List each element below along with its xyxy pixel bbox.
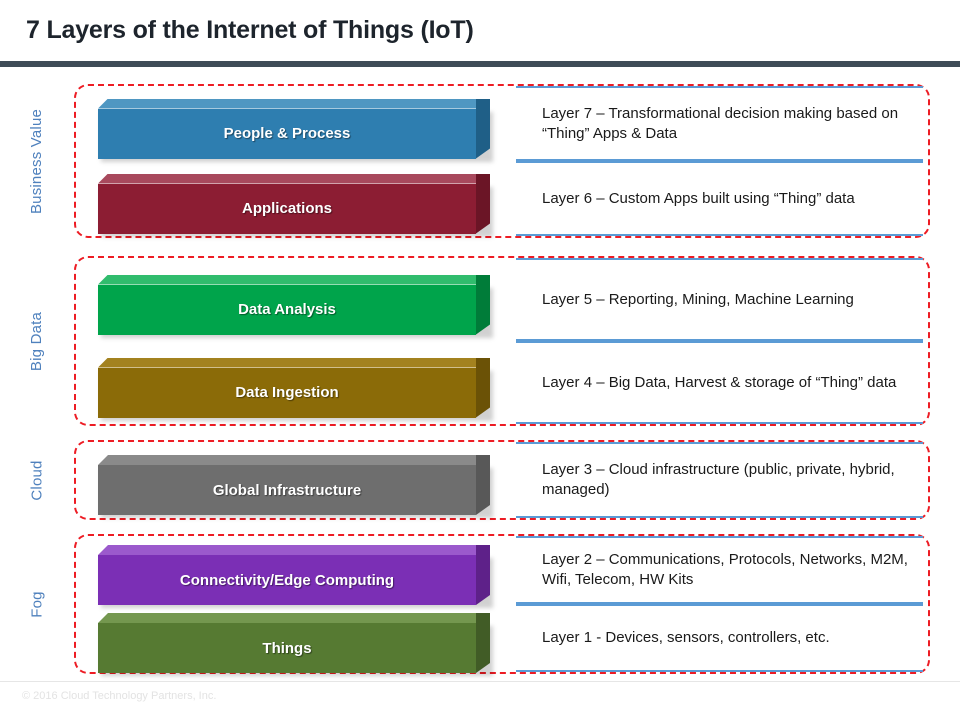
title-divider [0,61,960,67]
layer-block-data-analysis[interactable]: Data Analysis [98,274,493,338]
block-top-face [98,455,490,465]
layer-row: Data Analysis Layer 5 – Reporting, Mining… [76,258,928,341]
layer-block-connectivity-edge-computing[interactable]: Connectivity/Edge Computing [98,545,493,608]
layer-description-text: Layer 6 – Custom Apps built using “Thing… [542,189,855,207]
layer-description-text: Layer 5 – Reporting, Mining, Machine Lea… [542,290,854,308]
layer-block-data-ingestion[interactable]: Data Ingestion [98,357,493,421]
layer-description-panel: Layer 7 – Transformational decision maki… [516,86,923,161]
group-business-value: People & Process Layer 7 – Transformation… [74,84,930,238]
layer-row: Connectivity/Edge Computing Layer 2 – Com… [76,536,928,608]
layer-row: Data Ingestion Layer 4 – Big Data, Harves… [76,341,928,424]
block-top-face [98,358,490,368]
block-side-face [476,357,490,418]
layer-description-text: Layer 7 – Transformational decision maki… [542,104,899,142]
layer-block-things[interactable]: Things [98,613,493,676]
block-label: Connectivity/Edge Computing [98,555,476,605]
layer-description-text: Layer 2 – Communications, Protocols, Net… [542,551,908,588]
group-label-big-data: Big Data [0,256,74,426]
block-label: People & Process [98,108,476,159]
block-side-face [476,173,490,234]
group-label-text: Business Value [28,108,46,214]
layer-block-applications[interactable]: Applications [98,173,493,237]
layer-description-panel: Layer 2 – Communications, Protocols, Net… [516,536,923,604]
block-label: Data Analysis [98,284,476,335]
group-fog: Connectivity/Edge Computing Layer 2 – Com… [74,534,930,676]
copyright-footer: © 2016 Cloud Technology Partners, Inc. [22,690,217,702]
layer-row: Global Infrastructure Layer 3 – Cloud inf… [76,442,928,518]
layer-description-panel: Layer 4 – Big Data, Harvest & storage of… [516,341,923,424]
layer-row: People & Process Layer 7 – Transformation… [76,86,928,162]
block-side-face [476,455,490,515]
block-side-face [476,613,490,673]
group-label-fog: Fog [0,534,74,674]
layer-description-text: Layer 1 - Devices, sensors, controllers,… [542,629,830,647]
layer-row: Applications Layer 6 – Custom Apps built … [76,161,928,237]
layer-description-panel: Layer 5 – Reporting, Mining, Machine Lea… [516,258,923,341]
footer-divider [0,681,960,682]
layer-description-text: Layer 4 – Big Data, Harvest & storage of… [542,373,897,391]
page-title: 7 Layers of the Internet of Things (IoT) [26,16,474,44]
block-label: Data Ingestion [98,367,476,418]
block-side-face [476,98,490,159]
block-side-face [476,274,490,335]
layer-block-people-process[interactable]: People & Process [98,98,493,162]
group-label-text: Big Data [28,311,46,371]
block-top-face [98,545,490,555]
layer-block-global-infrastructure[interactable]: Global Infrastructure [98,455,493,518]
block-top-face [98,275,490,285]
group-label-text: Fog [28,590,46,618]
group-big-data: Data Analysis Layer 5 – Reporting, Mining… [74,256,930,426]
group-label-text: Cloud [28,459,46,501]
group-cloud: Global Infrastructure Layer 3 – Cloud inf… [74,440,930,520]
block-top-face [98,613,490,623]
layer-description-panel: Layer 1 - Devices, sensors, controllers,… [516,604,923,672]
block-top-face [98,99,490,109]
block-label: Things [98,623,476,673]
layer-row: Things Layer 1 - Devices, sensors, contro… [76,604,928,676]
block-label: Global Infrastructure [98,465,476,515]
layer-description-panel: Layer 6 – Custom Apps built using “Thing… [516,161,923,236]
block-top-face [98,174,490,184]
group-label-cloud: Cloud [0,440,74,520]
group-label-business-value: Business Value [0,84,74,238]
block-side-face [476,545,490,605]
layer-description-text: Layer 3 – Cloud infrastructure (public, … [542,461,895,498]
block-label: Applications [98,183,476,234]
layer-description-panel: Layer 3 – Cloud infrastructure (public, … [516,442,923,518]
